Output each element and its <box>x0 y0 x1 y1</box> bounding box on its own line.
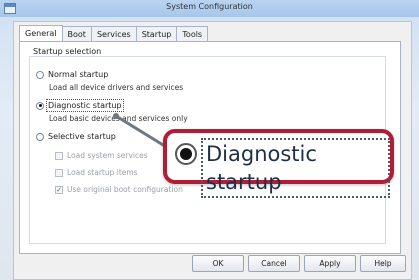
zoomed-radio-icon <box>175 143 197 165</box>
zoomed-diagnostic-startup-label: Diagnostic startup <box>201 138 390 198</box>
zoom-callout: Diagnostic startup <box>163 129 394 198</box>
callout-line <box>115 114 169 150</box>
callout-anchor-dot <box>113 113 119 119</box>
window: System Configuration General Boot Servic… <box>0 0 419 280</box>
